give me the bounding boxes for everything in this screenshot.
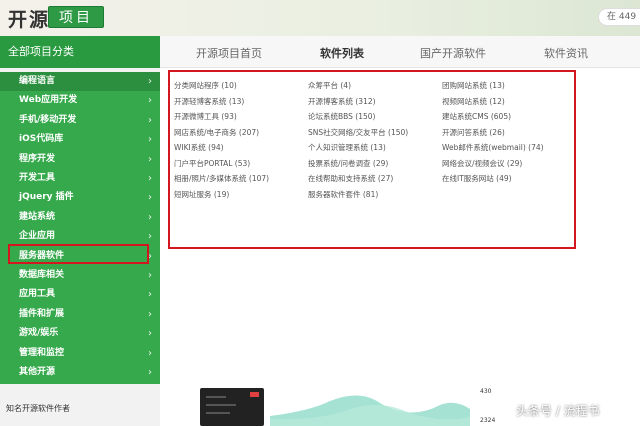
sidebar-item[interactable]: 编程语言 › xyxy=(0,72,160,91)
sidebar-item-label: 其他开源 xyxy=(19,367,56,377)
category-link[interactable]: 个人知识管理系统 (13) xyxy=(308,142,386,153)
main-content: 开源项目首页 软件列表 国产开源软件 软件资讯 分类网站程序 (10) 众筹平台 … xyxy=(160,36,640,426)
sidebar-item-label: 应用工具 xyxy=(19,289,56,300)
sidebar-item-label: 程序开发 xyxy=(19,153,56,164)
category-sidebar: 全部项目分类 编程语言 › Web应用开发 › 手机/移动开发 › iOS代码库 › 程序开发 ›… xyxy=(0,36,160,426)
chevron-right-icon: › xyxy=(148,95,152,107)
category-list: 分类网站程序 (10) 众筹平台 (4) 团购网站系统 (13) 开源轻博客系统 (1… xyxy=(168,70,576,249)
sidebar-item-label: iOS代码库 xyxy=(19,134,64,145)
highlight-box-sidebar xyxy=(8,244,149,264)
sidebar-item[interactable]: 其他开源 › xyxy=(0,363,160,382)
category-link[interactable]: 服务器软件套件 (81) xyxy=(308,189,378,200)
sidebar-item-label: jQuery 插件 xyxy=(19,192,74,203)
chevron-right-icon: › xyxy=(148,367,152,378)
site-header: 开源 项目 在 449 xyxy=(0,0,640,36)
search-box[interactable]: 在 449 xyxy=(598,8,640,26)
category-link[interactable]: 视频网站系统 (12) xyxy=(442,96,505,107)
sidebar-item-label: 管理和监控 xyxy=(19,347,65,358)
preview-badge xyxy=(250,392,259,397)
preview-wave-chart xyxy=(270,395,470,426)
sidebar-item-label: 插件和扩展 xyxy=(19,308,65,319)
tab-home[interactable]: 开源项目首页 xyxy=(196,45,262,61)
category-link[interactable]: WIKI系统 (94) xyxy=(174,142,224,153)
sidebar-item-label: 手机/移动开发 xyxy=(19,114,77,125)
chevron-right-icon: › xyxy=(148,308,152,320)
chevron-right-icon: › xyxy=(148,192,152,204)
category-link[interactable]: 开源轻博客系统 (13) xyxy=(174,96,244,107)
category-link[interactable]: 网络会议/视频会议 (29) xyxy=(442,158,522,169)
chevron-right-icon: › xyxy=(148,211,152,223)
tab-domestic-open-source[interactable]: 国产开源软件 xyxy=(420,45,486,61)
preview-stat: 430 xyxy=(480,388,492,395)
sidebar-item[interactable]: iOS代码库 › xyxy=(0,130,160,149)
sidebar-item[interactable]: 游戏/娱乐 › xyxy=(0,324,160,343)
sidebar-item-label: Web应用开发 xyxy=(19,95,78,106)
category-link[interactable]: SNS社交网络/交友平台 (150) xyxy=(308,127,408,138)
sidebar-item-label: 游戏/娱乐 xyxy=(19,328,59,339)
category-link[interactable]: 开源博客系统 (312) xyxy=(308,96,376,107)
category-link[interactable]: 开源问答系统 (26) xyxy=(442,127,505,138)
category-link[interactable]: 建站系统CMS (605) xyxy=(442,111,511,122)
chevron-right-icon: › xyxy=(148,114,152,126)
category-link[interactable]: 投票系统/问卷调查 (29) xyxy=(308,158,388,169)
chevron-right-icon: › xyxy=(148,289,152,301)
category-link[interactable]: Web邮件系统(webmail) (74) xyxy=(442,142,544,153)
chevron-right-icon: › xyxy=(148,153,152,165)
tab-news[interactable]: 软件资讯 xyxy=(544,45,588,61)
category-link[interactable]: 论坛系统BBS (150) xyxy=(308,111,375,122)
category-link[interactable]: 众筹平台 (4) xyxy=(308,80,351,91)
preview-stat: 2324 xyxy=(480,417,496,424)
preview-line xyxy=(206,396,226,398)
sidebar-item-label: 开发工具 xyxy=(19,173,56,183)
chevron-right-icon: › xyxy=(148,328,152,340)
preview-line xyxy=(206,412,230,414)
sidebar-title[interactable]: 全部项目分类 xyxy=(0,36,160,68)
chevron-right-icon: › xyxy=(148,134,152,146)
watermark: 头条号 / 流程书 xyxy=(516,404,600,418)
sidebar-item[interactable]: 手机/移动开发 › xyxy=(0,111,160,130)
chevron-right-icon: › xyxy=(148,76,152,87)
sidebar-item[interactable]: 数据库相关 › xyxy=(0,266,160,285)
site-logo[interactable]: 开源 xyxy=(8,5,50,32)
sidebar-item[interactable]: Web应用开发 › xyxy=(0,91,160,110)
sidebar-item-label: 建站系统 xyxy=(19,211,56,222)
category-link[interactable]: 团购网站系统 (13) xyxy=(442,80,505,91)
category-link[interactable]: 相册/照片/多媒体系统 (107) xyxy=(174,173,269,184)
sidebar-item[interactable]: 应用工具 › xyxy=(0,285,160,304)
sidebar-item-label: 企业应用 xyxy=(19,231,56,242)
category-link[interactable]: 分类网站程序 (10) xyxy=(174,80,237,91)
sidebar-item[interactable]: 管理和监控 › xyxy=(0,344,160,363)
category-link[interactable]: 在线IT服务网站 (49) xyxy=(442,173,512,184)
chevron-right-icon: › xyxy=(148,270,152,281)
logo-tag[interactable]: 项目 xyxy=(48,6,104,28)
preview-line xyxy=(206,404,236,406)
sidebar-item-label: 数据库相关 xyxy=(19,270,65,280)
preview-thumbnail[interactable] xyxy=(200,388,264,426)
sidebar-list: 编程语言 › Web应用开发 › 手机/移动开发 › iOS代码库 › 程序开发 › 开发工具 › jQ… xyxy=(0,72,160,384)
category-link[interactable]: 在线帮助和支持系统 (27) xyxy=(308,173,393,184)
sidebar-item[interactable]: 程序开发 › xyxy=(0,150,160,169)
sidebar-item[interactable]: jQuery 插件 › xyxy=(0,188,160,207)
chevron-right-icon: › xyxy=(148,347,152,359)
sidebar-item[interactable]: 开发工具 › xyxy=(0,169,160,188)
category-link[interactable]: 门户平台PORTAL (53) xyxy=(174,158,250,169)
category-link[interactable]: 网店系统/电子商务 (207) xyxy=(174,127,259,138)
tab-software-list[interactable]: 软件列表 xyxy=(320,45,364,61)
tab-bar: 开源项目首页 软件列表 国产开源软件 软件资讯 xyxy=(160,36,640,68)
authors-heading: 知名开源软件作者 xyxy=(6,404,70,413)
chevron-right-icon: › xyxy=(148,173,152,184)
sidebar-item-label: 编程语言 xyxy=(19,76,56,86)
category-link[interactable]: 短网址服务 (19) xyxy=(174,189,229,200)
sidebar-item[interactable]: 建站系统 › xyxy=(0,208,160,227)
category-link[interactable]: 开源微博工具 (93) xyxy=(174,111,237,122)
sidebar-item[interactable]: 插件和扩展 › xyxy=(0,305,160,324)
